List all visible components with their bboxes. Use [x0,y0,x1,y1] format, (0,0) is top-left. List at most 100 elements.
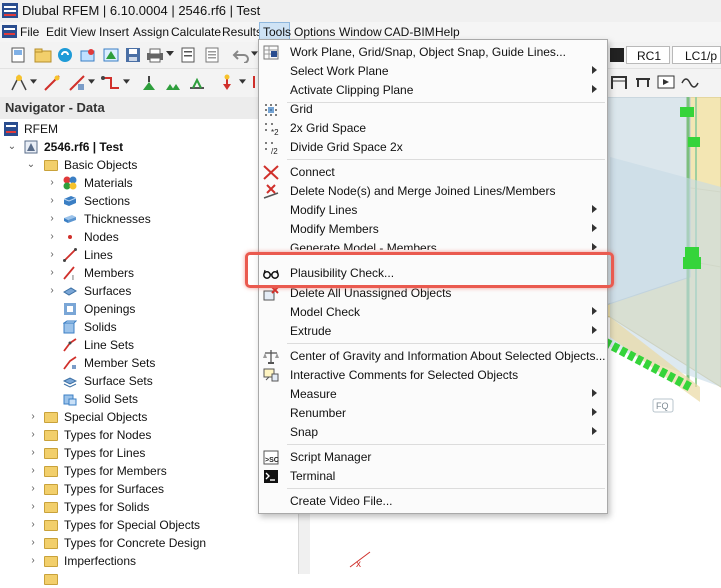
tree-item-member-sets[interactable]: Member Sets [0,354,298,372]
tree-folder-partial[interactable] [0,570,298,588]
animation-icon[interactable] [657,73,675,91]
design-situation-select[interactable]: RC1 [626,46,670,64]
frame-view-icon[interactable] [610,73,628,91]
print-icon[interactable] [146,47,164,63]
new-line-icon[interactable] [43,74,61,92]
menu-item-select-work-plane[interactable]: Select Work Plane [259,62,607,81]
menu-view[interactable]: View [70,22,96,42]
menu-item-divide-grid-space[interactable]: /2 Divide Grid Space 2x [259,138,607,157]
chevron-right-icon[interactable]: › [47,282,57,300]
menu-calculate[interactable]: Calculate [171,22,221,42]
tree-item-thicknesses[interactable]: › Thicknesses [0,210,298,228]
node-dropdown-icon[interactable] [30,79,37,85]
chevron-right-icon[interactable]: › [28,444,38,462]
menu-item-script-manager[interactable]: >SC Script Manager [259,448,607,467]
printout-report-icon[interactable] [180,47,196,63]
new-polyline-icon[interactable] [101,74,121,92]
chevron-right-icon[interactable]: › [28,480,38,498]
new-member-icon[interactable] [68,74,86,92]
menu-item-connect[interactable]: Connect [259,163,607,182]
chevron-right-icon[interactable]: › [28,408,38,426]
chevron-right-icon[interactable]: › [28,426,38,444]
menu-item-delete-nodes-merge[interactable]: Delete Node(s) and Merge Joined Lines/Me… [259,182,607,201]
tree-folder-types-for-special-objects[interactable]: › Types for Special Objects [0,516,298,534]
model-block-icon[interactable] [79,47,97,63]
load-combination-select[interactable]: LC1/p + [672,46,721,64]
model-library-icon[interactable] [102,47,120,63]
menu-item-model-check[interactable]: Model Check [259,303,607,322]
chevron-down-icon[interactable]: ⌄ [7,138,17,156]
tree-model[interactable]: ⌄ 2546.rf6 | Test [0,138,298,156]
new-model-icon[interactable] [10,47,28,63]
new-node-icon[interactable] [10,74,28,92]
tree-item-solid-sets[interactable]: Solid Sets [0,390,298,408]
new-line-support-icon[interactable] [164,74,182,92]
chevron-right-icon[interactable]: › [47,228,57,246]
chevron-right-icon[interactable]: › [28,534,38,552]
app-menu-icon[interactable] [2,25,17,38]
menu-item-create-video-file[interactable]: Create Video File... [259,492,607,511]
tree-item-sections[interactable]: › Sections [0,192,298,210]
menu-item-grid[interactable]: Grid [259,100,607,119]
beam-view-icon[interactable] [634,73,652,91]
chevron-right-icon[interactable]: › [28,516,38,534]
menu-item-activate-clipping-plane[interactable]: Activate Clipping Plane [259,81,607,100]
undo-icon[interactable] [232,47,250,63]
load-dropdown-icon[interactable] [239,79,246,85]
undo-dropdown-icon[interactable] [251,51,258,57]
deformation-icon[interactable] [681,73,699,91]
menu-item-work-plane[interactable]: Work Plane, Grid/Snap, Object Snap, Guid… [259,43,607,62]
tree-item-materials[interactable]: › Materials [0,174,298,192]
tree-folder-types-for-concrete-design[interactable]: › Types for Concrete Design [0,534,298,552]
tree-item-surface-sets[interactable]: Surface Sets [0,372,298,390]
tree-folder-special-objects[interactable]: › Special Objects [0,408,298,426]
tree-folder-types-for-lines[interactable]: › Types for Lines [0,444,298,462]
menu-item-generate-model-members[interactable]: Generate Model - Members [259,239,607,250]
new-support-icon[interactable] [140,74,158,92]
open-folder-icon[interactable] [34,47,52,63]
chevron-right-icon[interactable]: › [47,264,57,282]
chevron-right-icon[interactable]: › [28,498,38,516]
tree-item-solids[interactable]: Solids [0,318,298,336]
save-icon[interactable] [125,47,141,63]
menu-item-modify-lines[interactable]: Modify Lines [259,201,607,220]
menu-item-renumber[interactable]: Renumber [259,404,607,423]
chevron-right-icon[interactable]: › [47,246,57,264]
cloud-icon[interactable] [57,47,73,63]
tree-basic-objects[interactable]: ⌄ Basic Objects [0,156,298,174]
tree-root-rfem[interactable]: RFEM [0,120,298,138]
new-hinge-icon[interactable] [188,74,206,92]
menu-results[interactable]: Results [222,22,262,42]
menu-edit[interactable]: Edit [46,22,67,42]
tree-folder-types-for-members[interactable]: › Types for Members [0,462,298,480]
menu-insert[interactable]: Insert [99,22,129,42]
tree-folder-types-for-surfaces[interactable]: › Types for Surfaces [0,480,298,498]
chevron-down-icon[interactable]: ⌄ [26,156,36,174]
print-dropdown-icon[interactable] [166,51,174,57]
menu-assign[interactable]: Assign [133,22,169,42]
chevron-right-icon[interactable]: › [47,174,57,192]
menu-item-snap[interactable]: Snap [259,423,607,442]
menu-item-center-of-gravity[interactable]: Center of Gravity and Information About … [259,347,607,366]
tree-folder-types-for-solids[interactable]: › Types for Solids [0,498,298,516]
menu-item-2x-grid-space[interactable]: *2 2x Grid Space [259,119,607,138]
menu-item-terminal[interactable]: Terminal [259,467,607,486]
menu-file[interactable]: File [20,22,39,42]
chevron-right-icon[interactable]: › [47,210,57,228]
chevron-right-icon[interactable]: › [28,462,38,480]
tree-item-line-sets[interactable]: Line Sets [0,336,298,354]
polyline-dropdown-icon[interactable] [123,79,130,85]
document-icon[interactable] [204,47,220,63]
menu-item-modify-members[interactable]: Modify Members [259,220,607,239]
chevron-right-icon[interactable]: › [47,192,57,210]
tree-folder-imperfections[interactable]: › Imperfections [0,552,298,570]
menu-item-measure[interactable]: Measure [259,385,607,404]
tree-folder-types-for-nodes[interactable]: › Types for Nodes [0,426,298,444]
menu-item-extrude[interactable]: Extrude [259,322,607,341]
chevron-right-icon[interactable]: › [28,552,38,570]
new-load-icon[interactable] [218,74,236,92]
tree-item-nodes[interactable]: › Nodes [0,228,298,246]
menu-item-interactive-comments[interactable]: Interactive Comments for Selected Object… [259,366,607,385]
member-dropdown-icon[interactable] [88,79,95,85]
tree-item-openings[interactable]: Openings [0,300,298,318]
